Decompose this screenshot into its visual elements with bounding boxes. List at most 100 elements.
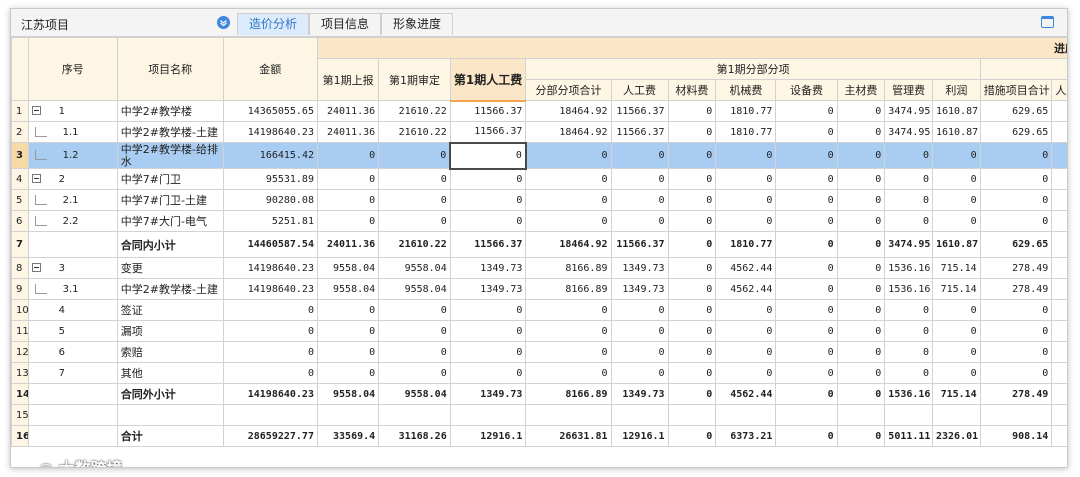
cell-profit[interactable]: 0 bbox=[932, 362, 981, 384]
cell-amount[interactable]: 90280.08 bbox=[222, 189, 318, 211]
cell-sub[interactable] bbox=[525, 404, 612, 426]
cell-equip[interactable]: 0 bbox=[775, 383, 838, 405]
row-number[interactable]: 8 bbox=[11, 257, 29, 279]
cell-labor_p[interactable]: 12916.1 bbox=[449, 425, 527, 447]
cell-report[interactable]: 9558.04 bbox=[316, 383, 380, 405]
table-row[interactable]: 1 1 中学2#教学楼 14365055.65 24011.36 21610.22 1156… bbox=[11, 100, 1067, 122]
cell-mat[interactable]: 0 bbox=[667, 278, 717, 300]
cell-profit[interactable]: 1610.87 bbox=[932, 121, 981, 143]
cell-main[interactable]: 0 bbox=[836, 383, 886, 405]
cell-labor_p[interactable]: 11566.37 bbox=[449, 100, 527, 122]
table-row[interactable]: 13 7 其他 0 0 0 0 0 0 0 0 0 0 0 0 0 bbox=[11, 362, 1067, 384]
cell-meas[interactable]: 629.65 bbox=[979, 100, 1053, 122]
collapse-icon[interactable] bbox=[31, 263, 41, 272]
cell-equip[interactable]: 0 bbox=[775, 100, 838, 122]
collapse-icon[interactable] bbox=[31, 174, 41, 183]
project-name-cell[interactable]: 漏项 bbox=[116, 320, 224, 342]
cell-mat[interactable]: 0 bbox=[667, 142, 717, 169]
cell-main[interactable]: 0 bbox=[836, 320, 886, 342]
cell-mgmt[interactable]: 0 bbox=[884, 362, 933, 384]
cell-labor[interactable]: 0 bbox=[610, 362, 669, 384]
project-name-cell[interactable]: 其他 bbox=[116, 362, 224, 384]
cell-sub[interactable]: 18464.92 bbox=[525, 231, 612, 258]
cell-main[interactable]: 0 bbox=[836, 142, 886, 169]
col-header-measure[interactable]: 措施项目合计 bbox=[979, 79, 1053, 101]
cell-mgmt[interactable]: 1536.16 bbox=[884, 383, 933, 405]
project-name-cell[interactable]: 合计 bbox=[116, 425, 224, 447]
table-row[interactable]: 8 3 变更 14198640.23 9558.04 9558.04 1349.73 8166… bbox=[11, 257, 1067, 279]
col-header-subtotal[interactable]: 分部分项合计 bbox=[525, 79, 612, 101]
cell-mat[interactable]: 0 bbox=[667, 231, 717, 258]
cell-report[interactable]: 0 bbox=[316, 320, 380, 342]
cell-meas[interactable]: 0 bbox=[979, 168, 1053, 190]
col-header-name[interactable]: 项目名称 bbox=[116, 37, 224, 101]
cell-report[interactable]: 9558.04 bbox=[316, 278, 380, 300]
cell-sub[interactable]: 8166.89 bbox=[525, 278, 612, 300]
cell-profit[interactable] bbox=[932, 404, 981, 426]
cell-meas[interactable]: 0 bbox=[979, 299, 1053, 321]
row-number[interactable]: 13 bbox=[11, 362, 29, 384]
project-name-cell[interactable]: 合同内小计 bbox=[116, 231, 224, 258]
cell-mat[interactable]: 0 bbox=[667, 189, 717, 211]
row-number[interactable]: 6 bbox=[11, 210, 29, 232]
col-header-labor-2[interactable]: 人工费 bbox=[1051, 79, 1067, 101]
cell-report[interactable]: 0 bbox=[316, 142, 380, 169]
cell-amount[interactable] bbox=[222, 404, 318, 426]
project-name-cell[interactable]: 中学2#教学楼-给排水 bbox=[116, 142, 224, 169]
cell-labor2[interactable] bbox=[1051, 121, 1067, 143]
cell-labor[interactable]: 0 bbox=[610, 168, 669, 190]
cell-meas[interactable] bbox=[979, 404, 1053, 426]
cell-mach[interactable] bbox=[715, 404, 777, 426]
cell-mat[interactable]: 0 bbox=[667, 425, 717, 447]
row-number[interactable]: 15 bbox=[11, 404, 29, 426]
project-name-cell[interactable]: 中学2#教学楼-土建 bbox=[116, 121, 224, 143]
cell-mach[interactable]: 1810.77 bbox=[715, 100, 777, 122]
cell-labor_p[interactable]: 0 bbox=[449, 189, 527, 211]
cell-report[interactable] bbox=[316, 404, 380, 426]
project-name-cell[interactable]: 签证 bbox=[116, 299, 224, 321]
cell-equip[interactable]: 0 bbox=[775, 299, 838, 321]
cell-meas[interactable]: 908.14 bbox=[979, 425, 1053, 447]
cell-sub[interactable]: 18464.92 bbox=[525, 121, 612, 143]
cell-labor_p[interactable]: 0 bbox=[449, 362, 527, 384]
cell-mach[interactable]: 0 bbox=[715, 362, 777, 384]
cell-labor2[interactable] bbox=[1051, 142, 1067, 169]
col-header-p1-report[interactable]: 第1期上报 bbox=[316, 58, 380, 101]
cell-mach[interactable]: 4562.44 bbox=[715, 383, 777, 405]
cell-meas[interactable]: 278.49 bbox=[979, 278, 1053, 300]
cell-main[interactable]: 0 bbox=[836, 299, 886, 321]
cell-main[interactable] bbox=[836, 404, 886, 426]
project-name-cell[interactable] bbox=[116, 404, 224, 426]
cell-sub[interactable]: 18464.92 bbox=[525, 100, 612, 122]
cell-profit[interactable]: 715.14 bbox=[932, 257, 981, 279]
cell-mach[interactable]: 1810.77 bbox=[715, 231, 777, 258]
table-row[interactable]: 15 bbox=[11, 404, 1067, 426]
cell-report[interactable]: 0 bbox=[316, 299, 380, 321]
cell-main[interactable]: 0 bbox=[836, 121, 886, 143]
cell-mach[interactable]: 0 bbox=[715, 168, 777, 190]
cell-mgmt[interactable]: 0 bbox=[884, 210, 933, 232]
cell-audit[interactable]: 0 bbox=[378, 168, 451, 190]
col-header-material[interactable]: 材料费 bbox=[667, 79, 717, 101]
table-row[interactable]: 4 2 中学7#门卫 95531.89 0 0 0 0 0 0 0 0 0 0 0 0 bbox=[11, 168, 1067, 190]
cell-equip[interactable]: 0 bbox=[775, 341, 838, 363]
cell-labor_p[interactable]: 0 bbox=[449, 141, 527, 170]
cell-audit[interactable]: 0 bbox=[378, 189, 451, 211]
cell-labor_p[interactable]: 11566.37 bbox=[449, 231, 527, 258]
cell-sub[interactable]: 0 bbox=[525, 362, 612, 384]
cell-main[interactable]: 0 bbox=[836, 257, 886, 279]
tab-progress[interactable]: 形象进度 bbox=[381, 13, 453, 35]
cell-profit[interactable]: 715.14 bbox=[932, 278, 981, 300]
cell-meas[interactable]: 0 bbox=[979, 210, 1053, 232]
col-header-amount[interactable]: 金额 bbox=[222, 37, 318, 101]
cell-mgmt[interactable]: 0 bbox=[884, 189, 933, 211]
cell-labor[interactable]: 11566.37 bbox=[610, 121, 669, 143]
cell-mgmt[interactable]: 5011.11 bbox=[884, 425, 933, 447]
calendar-icon[interactable] bbox=[1041, 16, 1054, 28]
col-header-equipment[interactable]: 设备费 bbox=[775, 79, 838, 101]
cell-sub[interactable]: 8166.89 bbox=[525, 257, 612, 279]
cell-labor2[interactable] bbox=[1051, 189, 1067, 211]
project-name-cell[interactable]: 变更 bbox=[116, 257, 224, 279]
cell-main[interactable]: 0 bbox=[836, 278, 886, 300]
project-name-cell[interactable]: 索赔 bbox=[116, 341, 224, 363]
